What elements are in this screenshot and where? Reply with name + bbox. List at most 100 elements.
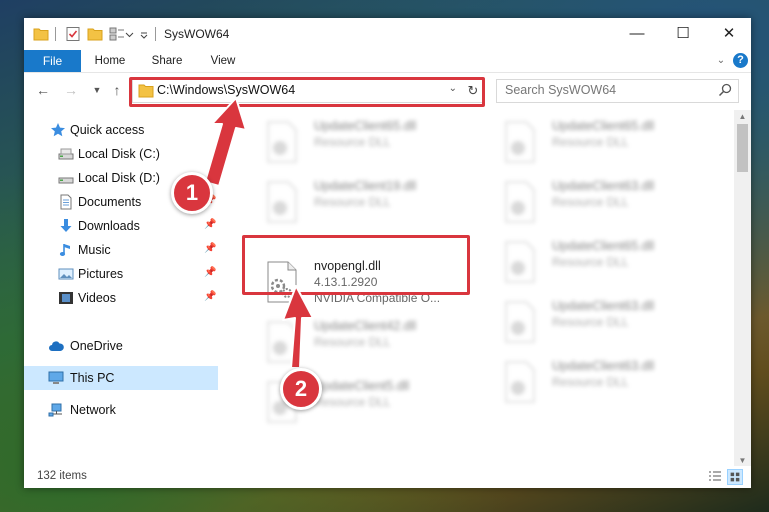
- sidebar-item-label: Network: [70, 403, 116, 417]
- file-description: Resource DLL: [552, 135, 629, 149]
- drive-icon: [58, 148, 74, 160]
- file-name: UpdateClient63.dll: [552, 299, 655, 313]
- file-name: UpdateClient65.dll: [552, 239, 655, 253]
- file-item[interactable]: UpdateClient65.dll Resource DLL: [482, 234, 712, 290]
- expand-ribbon-icon[interactable]: ⌄: [713, 53, 729, 69]
- pin-icon[interactable]: 📌: [204, 291, 216, 305]
- address-path[interactable]: C:\Windows\SysWOW64: [157, 83, 295, 97]
- chevron-down-icon[interactable]: ⌄: [449, 83, 457, 94]
- pin-icon[interactable]: 📌: [204, 243, 216, 257]
- file-item[interactable]: UpdateClient63.dll Resource DLL: [482, 294, 712, 350]
- computer-icon: [48, 371, 64, 384]
- videos-icon: [59, 292, 73, 304]
- sidebar-item-label: Local Disk (D:): [78, 171, 160, 185]
- search-box[interactable]: [496, 79, 739, 103]
- file-name: UpdateClient19.dll: [314, 179, 417, 193]
- tab-view[interactable]: View: [202, 50, 244, 72]
- dll-file-icon: [505, 361, 535, 403]
- sidebar-item-downloads[interactable]: Downloads 📌: [24, 214, 218, 238]
- tab-share[interactable]: Share: [144, 50, 190, 72]
- large-icons-view-icon[interactable]: [727, 469, 743, 485]
- dll-file-icon: [267, 321, 297, 363]
- scroll-up-icon[interactable]: ▲: [734, 111, 751, 123]
- file-description: Resource DLL: [552, 375, 629, 389]
- file-description: Resource DLL: [314, 135, 391, 149]
- sidebar-item-local-disk-c[interactable]: Local Disk (C:): [24, 142, 218, 166]
- file-name: UpdateClient42.dll: [314, 319, 417, 333]
- pin-icon[interactable]: 📌: [204, 267, 216, 281]
- file-name: UpdateClient65.dll: [314, 119, 417, 133]
- file-item[interactable]: UpdateClient5.dll Resource DLL: [244, 374, 474, 430]
- file-description: Resource DLL: [314, 395, 391, 409]
- dll-file-icon: [505, 121, 535, 163]
- sidebar-item-label: Local Disk (C:): [78, 147, 160, 161]
- up-button[interactable]: ↑: [108, 81, 126, 99]
- sidebar-item-label: Pictures: [78, 267, 124, 281]
- search-icon[interactable]: [718, 83, 732, 97]
- tab-home[interactable]: Home: [88, 50, 132, 72]
- address-bar[interactable]: C:\Windows\SysWOW64 ⌄: [132, 79, 464, 103]
- pin-icon[interactable]: 📌: [204, 219, 216, 233]
- new-folder-icon[interactable]: [87, 26, 103, 42]
- step-2-badge: 2: [280, 368, 322, 410]
- file-item[interactable]: UpdateClient65.dll Resource DLL: [244, 114, 474, 170]
- chevron-down-icon[interactable]: [125, 26, 134, 42]
- customize-toolbar-icon[interactable]: [109, 26, 125, 42]
- help-icon[interactable]: ?: [733, 53, 748, 68]
- sidebar-item-this-pc[interactable]: This PC: [24, 366, 218, 390]
- refresh-button[interactable]: ↻: [462, 79, 485, 103]
- file-item[interactable]: UpdateClient19.dll Resource DLL: [244, 174, 474, 230]
- file-name: UpdateClient5.dll: [314, 379, 410, 393]
- back-button[interactable]: ←: [34, 81, 52, 99]
- sidebar-item-quick-access[interactable]: Quick access: [24, 118, 218, 142]
- sidebar-item-music[interactable]: Music 📌: [24, 238, 218, 262]
- dll-file-icon: [267, 181, 297, 223]
- file-description: Resource DLL: [314, 195, 391, 209]
- sidebar-item-videos[interactable]: Videos 📌: [24, 286, 218, 310]
- file-description: Resource DLL: [552, 255, 629, 269]
- file-item-nvopengl[interactable]: nvopengl.dll 4.13.1.2920 NVIDIA Compatib…: [244, 254, 474, 310]
- sidebar-item-label: Documents: [78, 195, 142, 209]
- sidebar-item-label: Downloads: [78, 219, 140, 233]
- file-explorer-window: SysWOW64 — ☐ ✕ File Home Share View ⌄ ? …: [24, 18, 751, 488]
- star-icon: [51, 123, 65, 137]
- maximize-button[interactable]: ☐: [660, 18, 706, 50]
- scrollbar-thumb[interactable]: [737, 124, 748, 172]
- forward-button[interactable]: →: [62, 81, 80, 99]
- music-icon: [59, 244, 70, 256]
- tab-file[interactable]: File: [24, 50, 81, 72]
- sidebar-item-pictures[interactable]: Pictures 📌: [24, 262, 218, 286]
- details-view-icon[interactable]: [707, 469, 723, 485]
- recent-locations-button[interactable]: ▼: [88, 81, 106, 99]
- file-item[interactable]: UpdateClient42.dll Resource DLL: [244, 314, 474, 370]
- ribbon-tabs: File Home Share View ⌄ ?: [24, 50, 751, 73]
- cloud-icon: [49, 341, 64, 351]
- sidebar-item-label: This PC: [70, 371, 115, 385]
- dll-file-icon: [267, 261, 297, 303]
- file-name: nvopengl.dll: [314, 259, 381, 273]
- file-description: Resource DLL: [314, 335, 391, 349]
- minimize-button[interactable]: —: [614, 18, 660, 50]
- file-description: Resource DLL: [552, 195, 629, 209]
- pin-toolbar-icon[interactable]: [139, 26, 149, 42]
- documents-icon: [60, 194, 72, 210]
- dll-file-icon: [505, 301, 535, 343]
- file-name: UpdateClient63.dll: [552, 359, 655, 373]
- toolbar-separator: [155, 27, 156, 41]
- vertical-scrollbar[interactable]: ▲ ▼: [734, 110, 751, 468]
- file-item[interactable]: UpdateClient65.dll Resource DLL: [482, 114, 712, 170]
- close-button[interactable]: ✕: [706, 18, 751, 50]
- sidebar-item-onedrive[interactable]: OneDrive: [24, 334, 218, 358]
- file-item[interactable]: UpdateClient63.dll Resource DLL: [482, 354, 712, 410]
- file-description: NVIDIA Compatible O...: [314, 291, 441, 305]
- sidebar-item-network[interactable]: Network: [24, 398, 218, 422]
- file-version: 4.13.1.2920: [314, 275, 378, 289]
- item-count: 132 items: [37, 470, 87, 482]
- step-1-badge: 1: [171, 172, 213, 214]
- file-item[interactable]: UpdateClient63.dll Resource DLL: [482, 174, 712, 230]
- title-bar: SysWOW64 — ☐ ✕: [24, 18, 751, 50]
- properties-icon[interactable]: [65, 26, 81, 42]
- search-input[interactable]: [497, 80, 715, 100]
- network-icon: [48, 403, 62, 417]
- download-icon: [60, 219, 72, 232]
